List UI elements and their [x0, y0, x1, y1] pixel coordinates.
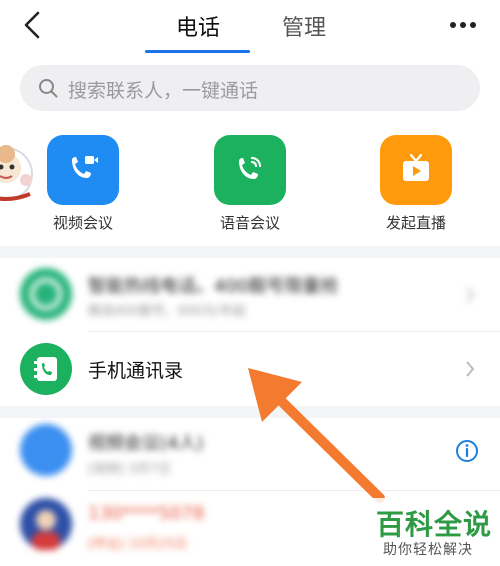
- search-icon: [39, 79, 58, 98]
- info-icon[interactable]: [455, 439, 479, 463]
- start-live-button[interactable]: [380, 135, 452, 205]
- mascot-icon: [0, 145, 33, 201]
- watermark-subtitle: 助你轻松解决: [383, 542, 473, 558]
- back-arrow-icon[interactable]: [18, 10, 48, 40]
- search-placeholder: 搜索联系人，一键通话: [68, 80, 259, 102]
- contact-avatar: [20, 498, 72, 550]
- chevron-right-icon: [466, 361, 475, 377]
- hotline-title: 智能热线电话。400靓号限量抢: [88, 276, 339, 297]
- contact-row[interactable]: [0, 418, 500, 490]
- contact-avatar: [20, 424, 72, 476]
- contact-subtitle: [呼出] 10月25日: [88, 537, 188, 552]
- voice-meeting-label: 语音会议: [219, 214, 280, 232]
- watermark-title: 百科全说: [376, 508, 493, 541]
- address-book-label: 手机通讯录: [88, 360, 184, 382]
- video-meeting-label: 视频会议: [52, 214, 113, 232]
- video-meeting-button[interactable]: [47, 135, 119, 205]
- live-tv-icon: [403, 153, 429, 181]
- start-live-label: 发起直播: [385, 214, 446, 232]
- voice-call-icon: [239, 156, 262, 179]
- video-call-icon: [72, 156, 98, 178]
- top-bar: 电话 管理: [0, 0, 500, 62]
- contact-title: 130****5078: [88, 503, 205, 524]
- search-bar[interactable]: 搜索联系人，一键通话: [20, 65, 480, 111]
- hotline-subtitle: 精选400靓号，600元/年起: [88, 304, 247, 319]
- section-divider: [0, 406, 500, 418]
- section-divider: [0, 246, 500, 258]
- hotline-avatar: [20, 268, 72, 320]
- tab-manage[interactable]: 管理: [282, 10, 326, 42]
- tab-phone[interactable]: 电话: [176, 10, 220, 42]
- contact-title: 视频会议(4人): [88, 433, 204, 454]
- address-book-icon: [34, 357, 57, 381]
- contact-subtitle: [视频] 3月7日: [88, 462, 171, 477]
- active-tab-indicator: [145, 50, 250, 53]
- address-book-row[interactable]: [0, 332, 500, 406]
- chevron-right-icon: [466, 287, 475, 303]
- voice-meeting-button[interactable]: [214, 135, 286, 205]
- more-options-icon[interactable]: [448, 13, 478, 37]
- contact-avatar-image: [32, 510, 60, 550]
- hotline-icon: [30, 278, 62, 310]
- address-book-avatar: [20, 343, 72, 395]
